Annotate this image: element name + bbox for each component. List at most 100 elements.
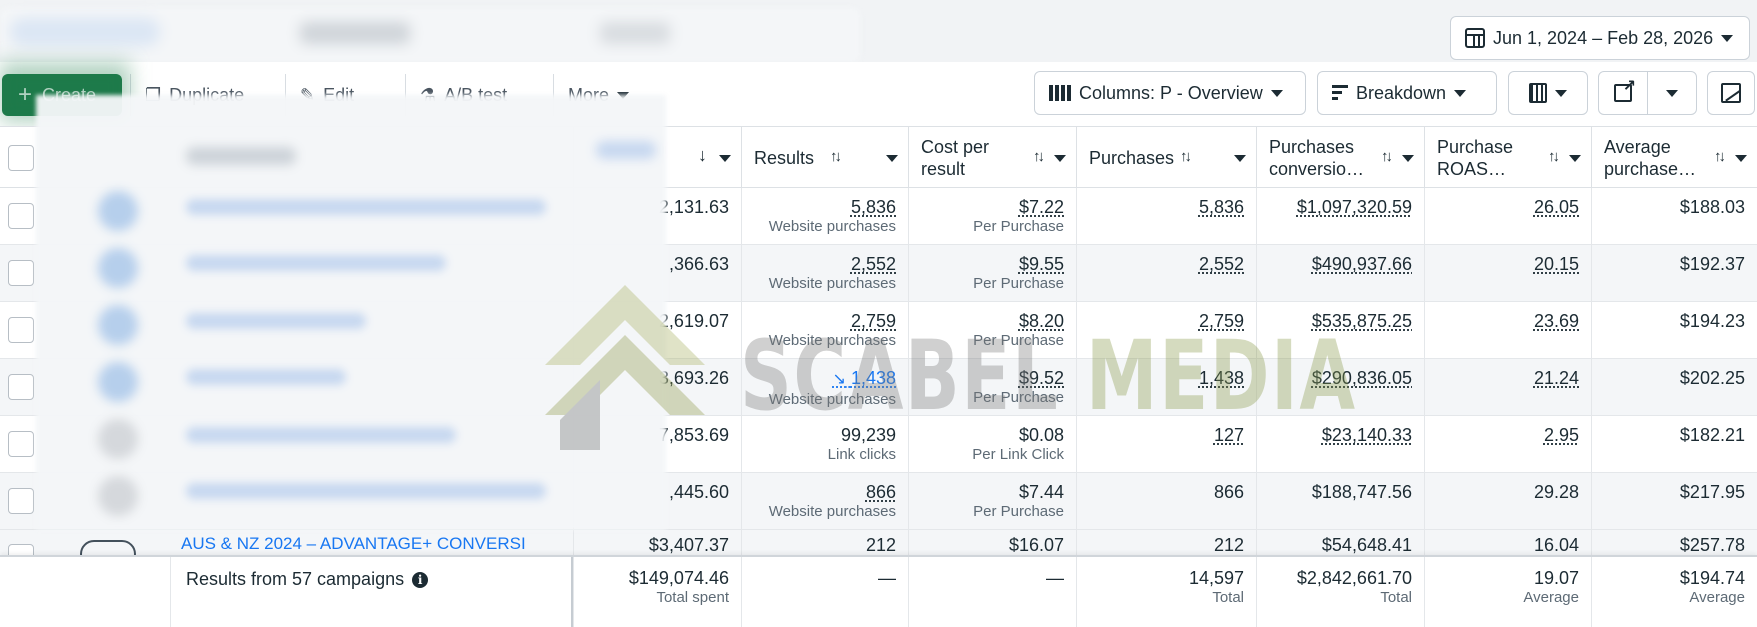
breakdown-button[interactable]: Breakdown [1317,71,1497,115]
breakdown-icon [1332,85,1348,101]
cell-cost-per-result: $7.22 Per Purchase [908,188,1076,245]
cell-conversion-value: $490,937.66 [1256,245,1424,302]
column-label: Purchases [1089,148,1175,168]
footer-amount-spent: $149,074.46 Total spent [573,557,741,627]
column-header-purchases-conversion-value[interactable]: Purchases conversio… ↑↓ [1256,127,1424,189]
column-header-cost-per-result[interactable]: Cost per result ↑↓ [908,127,1076,189]
cell-cost-per-result: $9.55 Per Purchase [908,245,1076,302]
cell-conversion-value: $188,747.56 [1256,473,1424,530]
footer-results: — [741,557,908,627]
cell-conversion-value: $1,097,320.59 [1256,188,1424,245]
reports-icon [1529,83,1547,103]
sort-desc-icon: ↓ [698,145,707,165]
cell-cost-per-result: $8.20 Per Purchase [908,302,1076,359]
cell-purchases: 2,759 [1076,302,1256,359]
chevron-down-icon [1454,89,1467,97]
chevron-down-icon [1234,155,1246,162]
sort-icon: ↑↓ [1548,148,1560,165]
cell-cost-per-result: $9.52 Per Purchase [908,359,1076,416]
breakdown-label: Breakdown [1356,82,1447,103]
row-checkbox[interactable] [8,260,34,286]
sort-icon: ↑↓ [830,148,842,165]
blurred-campaign-names [36,95,666,530]
column-label: Cost per result [921,137,990,179]
sort-icon: ↑↓ [1381,148,1393,165]
cell-cost-per-result: $7.44 Per Purchase [908,473,1076,530]
calendar-icon [1465,28,1485,48]
cell-results: 2,759 Website purchases [741,302,908,359]
table-footer-summary: Results from 57 campaigns i $149,074.46 T… [0,555,1757,627]
row-checkbox[interactable] [8,488,34,514]
cell-roas: 26.05 [1424,188,1591,245]
column-label: Purchase ROAS… [1437,137,1514,179]
columns-button[interactable]: Columns: P - Overview [1034,71,1306,115]
cell-conversion-value: $290,836.05 [1256,359,1424,416]
trend-down-icon: ↘ [832,371,846,388]
export-icon [1614,76,1636,102]
chevron-down-icon [1569,155,1581,162]
chevron-down-icon [1735,155,1747,162]
sort-icon: ↑↓ [1033,148,1045,165]
chevron-down-icon [1721,34,1734,42]
column-header-purchase-roas[interactable]: Purchase ROAS… ↑↓ [1424,127,1591,189]
date-range-picker[interactable]: Jun 1, 2024 – Feb 28, 2026 [1450,16,1750,60]
reports-button[interactable] [1508,71,1588,115]
export-button[interactable] [1598,71,1648,115]
campaign-name-link[interactable]: AUS & NZ 2024 – ADVANTAGE+ CONVERSI [181,534,536,554]
chevron-down-icon [719,155,731,162]
footer-conversion-value: $2,842,661.70 Total [1256,557,1424,627]
cell-roas: 21.24 [1424,359,1591,416]
cell-results: 99,239 Link clicks [741,416,908,473]
column-header-purchases[interactable]: Purchases ↑↓ [1076,127,1256,189]
cell-roas: 29.28 [1424,473,1591,530]
cell-average-purchase: $182.21 [1591,416,1757,473]
footer-purchases: 14,597 Total [1076,557,1256,627]
cell-results: 866 Website purchases [741,473,908,530]
column-header-results[interactable]: Results ↑↓ [741,127,908,189]
cell-purchases: 866 [1076,473,1256,530]
row-checkbox[interactable] [8,374,34,400]
export-dropdown-button[interactable] [1647,71,1697,115]
footer-cost-per-result: — [908,557,1076,627]
cell-results: 5,836 Website purchases [741,188,908,245]
column-label: Purchases conversio… [1269,137,1365,179]
cell-average-purchase: $188.03 [1591,188,1757,245]
sort-icon: ↑↓ [1714,148,1726,165]
chevron-down-icon [1402,155,1414,162]
cell-average-purchase: $217.95 [1591,473,1757,530]
sort-icon: ↑↓ [1180,148,1192,165]
footer-roas: 19.07 Average [1424,557,1591,627]
chevron-down-icon [1054,155,1066,162]
row-checkbox[interactable] [8,431,34,457]
cell-results[interactable]: ↘ 1,438 Website purchases [741,359,908,416]
cell-roas: 20.15 [1424,245,1591,302]
chevron-down-icon [1666,89,1678,97]
cell-average-purchase: $194.23 [1591,302,1757,359]
chevron-down-icon [1555,89,1567,97]
info-icon[interactable]: i [412,571,429,588]
footer-average-purchase: $194.74 Average [1591,557,1757,627]
column-header-average-purchase-value[interactable]: Average purchase… ↑↓ [1591,127,1757,189]
blurred-header-area [0,8,860,62]
cell-average-purchase: $192.37 [1591,245,1757,302]
cell-purchases: 127 [1076,416,1256,473]
cell-conversion-value: $23,140.33 [1256,416,1424,473]
row-checkbox[interactable] [8,203,34,229]
cell-purchases: 5,836 [1076,188,1256,245]
cell-average-purchase: $202.25 [1591,359,1757,416]
cell-roas: 2.95 [1424,416,1591,473]
line-chart-icon [1721,83,1741,103]
date-range-label: Jun 1, 2024 – Feb 28, 2026 [1493,27,1714,48]
chevron-down-icon [1270,89,1283,97]
cell-cost-per-result: $0.08 Per Link Click [908,416,1076,473]
chart-button[interactable] [1707,71,1755,115]
row-checkbox[interactable] [8,317,34,343]
columns-icon [1049,85,1071,101]
column-label: Average purchase… [1604,137,1697,179]
cell-purchases: 2,552 [1076,245,1256,302]
column-label: Results [754,148,815,168]
cell-purchases: 1,438 [1076,359,1256,416]
columns-label: Columns: P - Overview [1079,82,1263,103]
select-all-checkbox[interactable] [8,145,34,171]
cell-conversion-value: $535,875.25 [1256,302,1424,359]
